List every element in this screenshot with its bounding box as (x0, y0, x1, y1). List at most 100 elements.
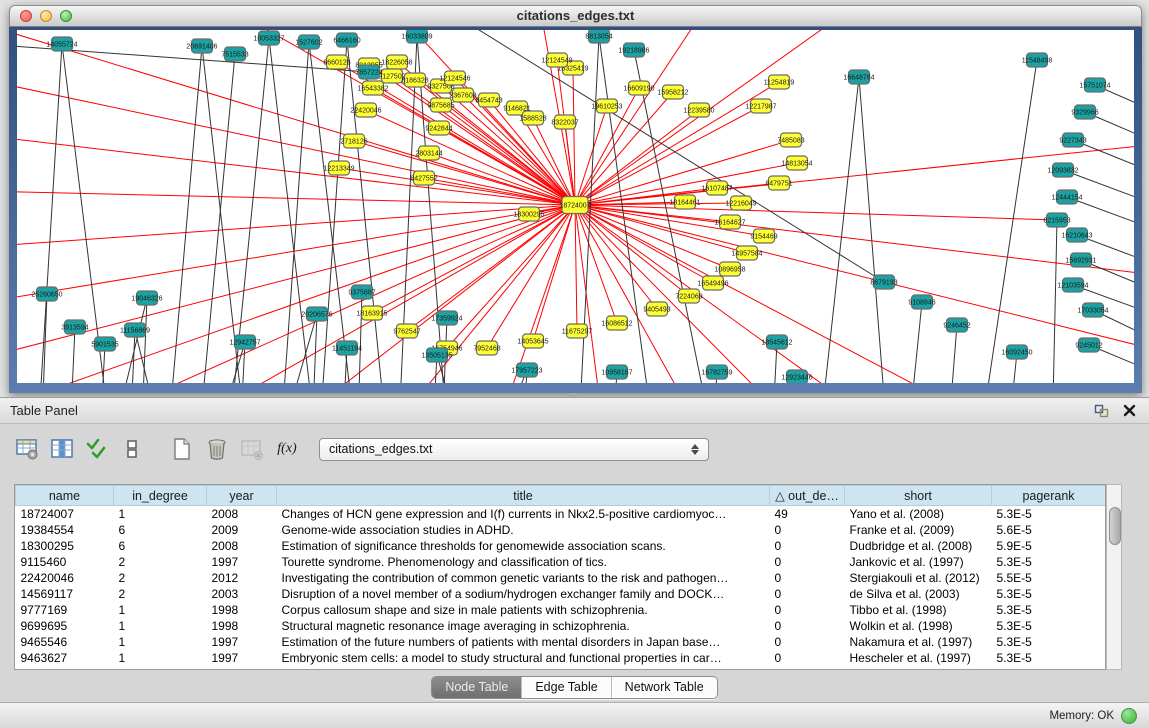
table-cell[interactable]: 1 (114, 506, 207, 523)
graph-node-yellow[interactable]: 12124546 (439, 71, 470, 85)
graph-node-yellow[interactable]: 8322037 (551, 115, 578, 129)
graph-node-yellow[interactable]: 9405493 (643, 302, 670, 316)
graph-node-yellow[interactable]: 7952468 (473, 341, 500, 355)
column-header-year[interactable]: year (207, 486, 277, 506)
table-row[interactable]: 2242004622012Investigating the contribut… (16, 570, 1106, 586)
graph-node-yellow[interactable]: 12216049 (725, 196, 756, 210)
table-cell[interactable]: 0 (770, 570, 845, 586)
graph-node-teal[interactable]: 11156869 (120, 323, 150, 337)
create-column-button[interactable] (169, 436, 195, 462)
zoom-window-button[interactable] (60, 10, 72, 22)
table-cell[interactable]: 2008 (207, 538, 277, 554)
table-cell[interactable]: Estimation of significance thresholds fo… (277, 538, 770, 554)
graph-node-yellow[interactable]: 12239580 (683, 103, 714, 117)
table-cell[interactable]: 6 (114, 538, 207, 554)
graph-node-yellow[interactable]: 2803144 (415, 146, 442, 160)
table-cell[interactable]: Stergiakouli et al. (2012) (845, 570, 992, 586)
network-table-select[interactable]: citations_edges.txt (319, 438, 709, 461)
table-cell[interactable]: Corpus callosum shape and size in male p… (277, 602, 770, 618)
graph-node-teal[interactable]: 1527602 (295, 35, 322, 49)
table-row[interactable]: 946362711997Embryonic stem cells: a mode… (16, 650, 1106, 666)
memory-status-indicator[interactable] (1121, 708, 1137, 724)
graph-node-teal[interactable]: 17957223 (511, 363, 542, 377)
table-cell[interactable]: Dudbridge et al. (2008) (845, 538, 992, 554)
table-cell[interactable]: 1998 (207, 618, 277, 634)
table-cell[interactable]: 5.3E-5 (992, 506, 1106, 523)
table-cell[interactable]: 5.9E-5 (992, 538, 1106, 554)
graph-node-teal[interactable]: 19046326 (131, 291, 162, 305)
row-height-button[interactable] (119, 436, 145, 462)
table-cell[interactable]: Estimation of the future numbers of pati… (277, 634, 770, 650)
close-panel-icon[interactable] (1119, 402, 1139, 420)
table-cell[interactable]: 2003 (207, 586, 277, 602)
graph-node-teal[interactable]: 10958167 (601, 365, 632, 379)
graph-node-yellow[interactable]: 16107487 (701, 181, 732, 195)
graph-node-yellow[interactable]: 11254819 (764, 75, 795, 89)
table-cell[interactable]: 49 (770, 506, 845, 523)
table-cell[interactable]: 5.3E-5 (992, 554, 1106, 570)
table-cell[interactable]: Franke et al. (2009) (845, 522, 992, 538)
table-cell[interactable]: Wolkin et al. (1998) (845, 618, 992, 634)
graph-node-yellow[interactable]: 7485083 (777, 133, 804, 147)
window-titlebar[interactable]: citations_edges.txt (9, 5, 1142, 27)
graph-node-teal[interactable]: 17359924 (431, 311, 462, 325)
graph-node-teal[interactable]: 12923446 (781, 370, 812, 383)
table-cell[interactable]: 6 (114, 522, 207, 538)
graph-node-yellow[interactable]: 8427552 (410, 171, 437, 185)
graph-node-teal[interactable]: 8215953 (1043, 213, 1070, 227)
graph-node-teal[interactable]: 16033809 (401, 30, 432, 43)
table-cell[interactable]: 0 (770, 522, 845, 538)
graph-node-yellow[interactable]: 9154469 (750, 229, 777, 243)
table-cell[interactable]: 5.3E-5 (992, 618, 1106, 634)
table-cell[interactable]: 22420046 (16, 570, 114, 586)
graph-node-teal[interactable]: 12103594 (1057, 278, 1088, 292)
graph-node-yellow[interactable]: 12213349 (323, 161, 354, 175)
graph-node-teal[interactable]: 10053327 (253, 31, 284, 45)
graph-node-teal[interactable]: 12942757 (229, 335, 260, 349)
table-cell[interactable]: Investigating the contribution of common… (277, 570, 770, 586)
table-cell[interactable]: Tibbo et al. (1998) (845, 602, 992, 618)
table-scrollbar-thumb[interactable] (1109, 507, 1121, 545)
graph-node-teal[interactable]: 14055724 (46, 37, 77, 51)
graph-node-yellow[interactable]: 18724007 (559, 197, 590, 214)
table-cell[interactable]: Disruption of a novel member of a sodium… (277, 586, 770, 602)
close-window-button[interactable] (20, 10, 32, 22)
graph-node-teal[interactable]: 19218986 (618, 43, 649, 57)
table-settings-button[interactable] (14, 436, 40, 462)
table-cell[interactable]: 5.3E-5 (992, 602, 1106, 618)
graph-node-teal[interactable]: 6466160 (333, 33, 360, 47)
table-cell[interactable]: 14569117 (16, 586, 114, 602)
graph-node-teal[interactable]: 16782759 (701, 365, 732, 379)
table-cell[interactable]: 0 (770, 602, 845, 618)
table-row[interactable]: 1872400712008Changes of HCN gene express… (16, 506, 1106, 523)
table-cell[interactable]: 2 (114, 570, 207, 586)
graph-node-teal[interactable]: 12444154 (1051, 190, 1082, 204)
graph-node-teal[interactable]: 3913594 (61, 320, 88, 334)
graph-node-yellow[interactable]: 14053645 (517, 334, 548, 348)
graph-node-yellow[interactable]: 18300295 (513, 207, 544, 221)
graph-node-yellow[interactable]: 16086512 (601, 316, 632, 330)
graph-node-yellow[interactable]: 15958212 (657, 85, 688, 99)
graph-node-teal[interactable]: 7857224 (355, 65, 382, 79)
column-header-title[interactable]: title (277, 486, 770, 506)
table-row[interactable]: 977716911998Corpus callosum shape and si… (16, 602, 1106, 618)
table-row[interactable]: 946554611997Estimation of the future num… (16, 634, 1106, 650)
column-header-pagerank[interactable]: pagerank (992, 486, 1106, 506)
table-cell[interactable]: 1998 (207, 602, 277, 618)
tab-network-table[interactable]: Network Table (611, 677, 717, 698)
graph-node-teal[interactable]: 9329966 (1071, 105, 1098, 119)
table-cell[interactable]: 1 (114, 634, 207, 650)
graph-node-teal[interactable]: 9246452 (943, 318, 970, 332)
table-cell[interactable]: 5.6E-5 (992, 522, 1106, 538)
table-cell[interactable]: 9699695 (16, 618, 114, 634)
graph-node-yellow[interactable]: 18226058 (381, 55, 412, 69)
function-builder-button[interactable]: f(x) (274, 436, 300, 462)
table-cell[interactable]: Nakamura et al. (1997) (845, 634, 992, 650)
graph-node-yellow[interactable]: 12217987 (745, 99, 776, 113)
table-cell[interactable]: Yano et al. (2008) (845, 506, 992, 523)
graph-node-yellow[interactable]: 16549496 (697, 276, 728, 290)
graph-node-teal[interactable]: 20691406 (186, 39, 217, 53)
graph-node-teal[interactable]: 8813054 (585, 30, 612, 43)
table-cell[interactable]: 9465546 (16, 634, 114, 650)
table-cell[interactable]: 0 (770, 554, 845, 570)
